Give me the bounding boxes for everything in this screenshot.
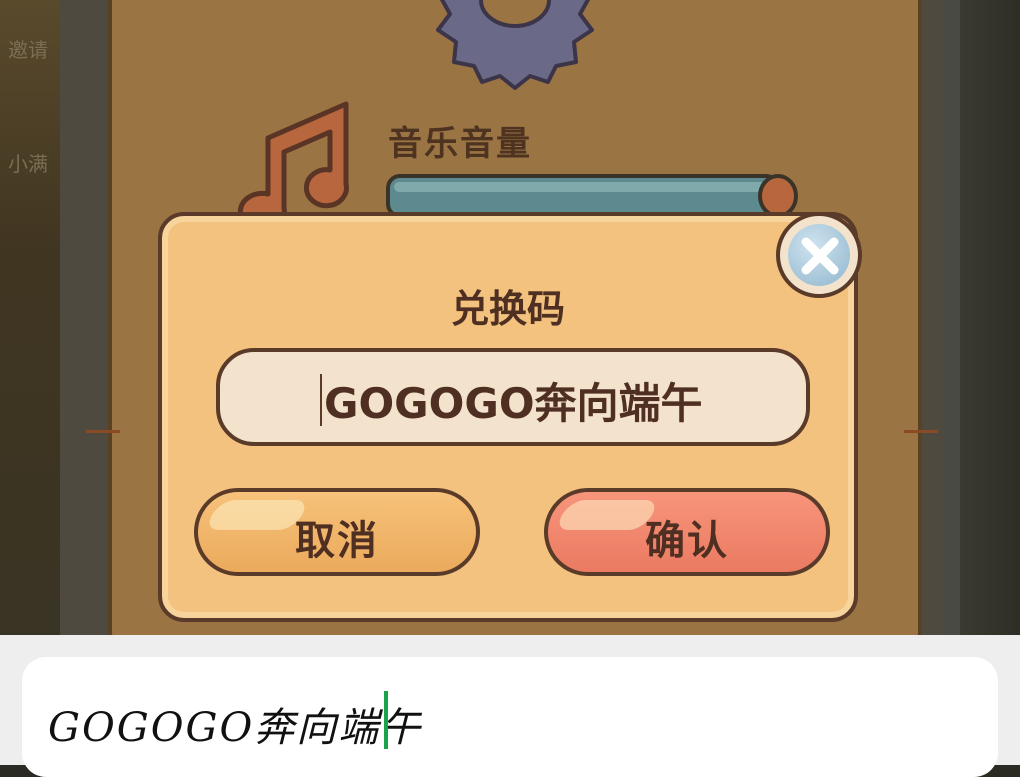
redeem-code-field[interactable]: GOGOGO奔向端午 [216, 348, 810, 446]
xiaoman-text: 小满 [8, 152, 48, 176]
confirm-button-label: 确认 [645, 518, 729, 564]
close-button-face [788, 224, 850, 286]
redeem-code-dialog: 兑换码 GOGOGO奔向端午 取消 确认 [158, 212, 858, 622]
cancel-button-label: 取消 [295, 518, 379, 564]
close-button[interactable] [776, 212, 862, 298]
close-icon [801, 237, 839, 275]
redeem-code-value: GOGOGO奔向端午 [324, 379, 703, 428]
right-side-column [960, 0, 1020, 635]
music-volume-label: 音乐音量 [388, 124, 532, 164]
text-caret [384, 691, 388, 749]
panel-divider-right [904, 430, 938, 433]
invite-text: 邀请 [8, 38, 48, 62]
keyboard-input-bar: GOGOGO奔向端午 [0, 635, 1020, 777]
music-note-icon [237, 101, 349, 228]
confirm-button[interactable]: 确认 [544, 488, 830, 576]
dialog-title: 兑换码 [450, 287, 565, 331]
gear-icon [436, 0, 594, 90]
keyboard-input-text: GOGOGO奔向端午 [48, 705, 423, 751]
keyboard-text-input[interactable]: GOGOGO奔向端午 [22, 657, 998, 777]
panel-divider-left [86, 430, 120, 433]
cancel-button[interactable]: 取消 [194, 488, 480, 576]
code-field-caret [320, 374, 322, 426]
music-volume-slider[interactable] [386, 172, 800, 216]
